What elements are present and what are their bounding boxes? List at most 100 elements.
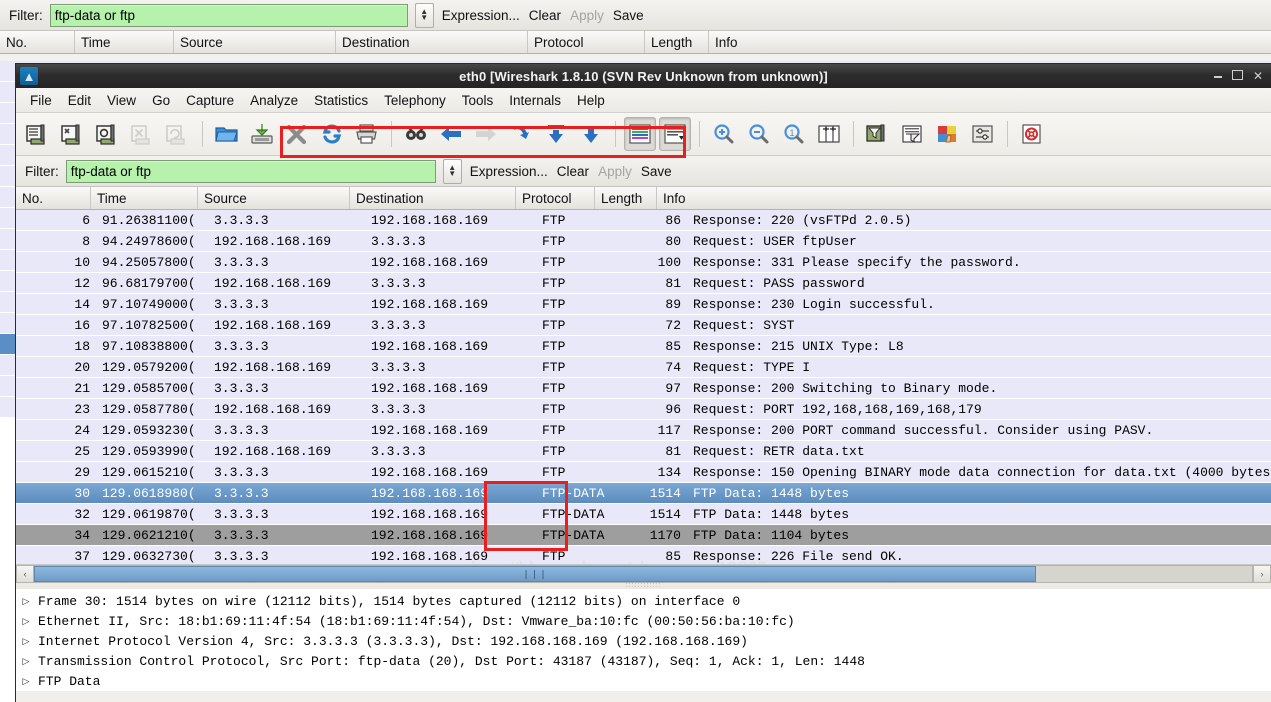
detail-tree-item[interactable]: ▷ Internet Protocol Version 4, Src: 3.3.3… [16, 631, 1271, 651]
menu-view[interactable]: View [99, 91, 144, 110]
zoom-normal-icon[interactable]: 1 [778, 117, 810, 151]
find-packet-icon[interactable] [400, 117, 432, 151]
window-titlebar[interactable]: ▲ eth0 [Wireshark 1.8.10 (SVN Rev Unknow… [16, 64, 1271, 88]
go-to-last-packet-icon[interactable] [575, 117, 607, 151]
capture-options-icon[interactable] [57, 117, 89, 151]
table-row[interactable]: 29 129.0615210(3.3.3.3 192.168.168.169 FTP 1… [16, 462, 1271, 483]
hscroll-track[interactable]: ❘❘❘ [34, 565, 1253, 583]
table-row[interactable]: 6 91.26381100(3.3.3.3 192.168.168.169 FTP 86… [16, 210, 1271, 231]
menu-analyze[interactable]: Analyze [242, 91, 306, 110]
go-to-packet-icon[interactable] [505, 117, 537, 151]
display-filters-icon[interactable] [897, 117, 929, 151]
outer-col-length[interactable]: Length [645, 31, 709, 53]
table-row[interactable]: 14 97.10749000(3.3.3.3 192.168.168.169 FTP 8… [16, 294, 1271, 315]
splitter-grip-dots: :::::::::::: [625, 582, 662, 589]
coloring-rules-icon[interactable] [932, 117, 964, 151]
detail-tree-item[interactable]: ▷ Transmission Control Protocol, Src Port… [16, 651, 1271, 671]
menu-help[interactable]: Help [569, 91, 613, 110]
print-icon[interactable] [351, 117, 383, 151]
expand-triangle-icon[interactable]: ▷ [16, 656, 36, 667]
resize-columns-icon[interactable] [813, 117, 845, 151]
capture-filters-icon[interactable] [862, 117, 894, 151]
zoom-out-icon[interactable] [743, 117, 775, 151]
start-capture-icon[interactable] [92, 117, 124, 151]
menu-internals[interactable]: Internals [501, 91, 569, 110]
menu-telephony[interactable]: Telephony [376, 91, 454, 110]
menu-statistics[interactable]: Statistics [306, 91, 376, 110]
col-header-time[interactable]: Time [91, 187, 198, 209]
outer-filter-input[interactable]: ftp-data or ftp [49, 3, 408, 27]
go-back-icon[interactable] [435, 117, 467, 151]
zoom-in-icon[interactable] [708, 117, 740, 151]
close-button[interactable]: ✕ [1253, 70, 1263, 82]
menu-file[interactable]: File [22, 91, 60, 110]
clear-filter-button[interactable]: Clear [556, 164, 590, 179]
help-contents-icon[interactable] [1016, 117, 1048, 151]
table-row[interactable]: 18 97.10838800(3.3.3.3 192.168.168.169 FTP 8… [16, 336, 1271, 357]
packet-detail-pane[interactable]: ▷ Frame 30: 1514 bytes on wire (12112 bit… [16, 126, 1271, 691]
outer-col-protocol[interactable]: Protocol [528, 31, 645, 53]
menu-capture[interactable]: Capture [178, 91, 242, 110]
col-header-destination[interactable]: Destination [350, 187, 516, 209]
table-row[interactable]: 8 94.24978600(192.168.168.169 3.3.3.3 FTP 80… [16, 231, 1271, 252]
outer-col-time[interactable]: Time [75, 31, 174, 53]
packet-list[interactable]: 6 91.26381100(3.3.3.3 192.168.168.169 FTP 86… [16, 210, 1271, 564]
expand-triangle-icon[interactable]: ▷ [16, 636, 36, 647]
table-row[interactable]: 30 129.0618980(3.3.3.3 192.168.168.169 FTP-… [16, 483, 1271, 504]
expression-button[interactable]: Expression... [469, 164, 549, 179]
outer-save-button[interactable]: Save [612, 8, 645, 23]
expand-triangle-icon[interactable]: ▷ [16, 616, 36, 627]
outer-apply-button[interactable]: Apply [569, 8, 605, 23]
outer-col-destination[interactable]: Destination [336, 31, 528, 53]
preferences-icon[interactable] [967, 117, 999, 151]
table-row[interactable]: 24 129.0593230(3.3.3.3 192.168.168.169 FTP 1… [16, 420, 1271, 441]
table-row[interactable]: 21 129.0585700(3.3.3.3 192.168.168.169 FTP 9… [16, 378, 1271, 399]
maximize-button[interactable] [1231, 70, 1243, 82]
col-header-no[interactable]: No. [16, 187, 91, 209]
col-header-length[interactable]: Length [595, 187, 657, 209]
menu-go[interactable]: Go [144, 91, 178, 110]
colorize-packet-list-icon[interactable] [624, 117, 656, 151]
apply-filter-button[interactable]: Apply [597, 164, 633, 179]
packet-list-hscrollbar[interactable]: ‹ ❘❘❘ › [16, 564, 1271, 583]
go-to-first-packet-icon[interactable] [540, 117, 572, 151]
save-file-icon[interactable] [246, 117, 278, 151]
save-filter-button[interactable]: Save [640, 164, 673, 179]
table-row[interactable]: 34 129.0621210(3.3.3.3 192.168.168.169 FTP-… [16, 525, 1271, 546]
detail-tree-item[interactable]: ▷ Frame 30: 1514 bytes on wire (12112 bit… [16, 591, 1271, 611]
outer-expression-button[interactable]: Expression... [441, 8, 521, 23]
outer-col-info[interactable]: Info [709, 31, 1271, 53]
table-row[interactable]: 10 94.25057800(3.3.3.3 192.168.168.169 FTP 1… [16, 252, 1271, 273]
table-row[interactable]: 23 129.0587780(192.168.168.169 3.3.3.3 FTP 9… [16, 399, 1271, 420]
table-row[interactable]: 20 129.0579200(192.168.168.169 3.3.3.3 FTP 7… [16, 357, 1271, 378]
menu-edit[interactable]: Edit [60, 91, 99, 110]
expand-triangle-icon[interactable]: ▷ [16, 676, 36, 687]
reload-icon[interactable] [316, 117, 348, 151]
table-row[interactable]: 32 129.0619870(3.3.3.3 192.168.168.169 FTP-… [16, 504, 1271, 525]
filter-bookmark-dropdown[interactable]: ▲ ▼ [442, 158, 462, 184]
close-file-icon[interactable] [281, 117, 313, 151]
minimize-button[interactable] [1213, 70, 1222, 82]
detail-tree-item[interactable]: ▷ Ethernet II, Src: 18:b1:69:11:4f:54 (18… [16, 611, 1271, 631]
menu-tools[interactable]: Tools [454, 91, 502, 110]
outer-col-source[interactable]: Source [174, 31, 336, 53]
outer-filter-bookmark-dropdown[interactable]: ▲ ▼ [414, 2, 434, 28]
display-filter-input[interactable]: ftp-data or ftp [65, 159, 436, 183]
open-file-icon[interactable] [211, 117, 243, 151]
table-row[interactable]: 25 129.0593990(192.168.168.169 3.3.3.3 FTP 8… [16, 441, 1271, 462]
auto-scroll-live-capture-icon[interactable] [659, 117, 691, 151]
table-row[interactable]: 37 129.0632730(3.3.3.3 192.168.168.169 FTP 8… [16, 546, 1271, 564]
col-header-info[interactable]: Info [657, 187, 1271, 209]
interfaces-icon[interactable] [22, 117, 54, 151]
table-row[interactable]: 12 96.68179700(192.168.168.169 3.3.3.3 FTP 8… [16, 273, 1271, 294]
table-row[interactable]: 16 97.10782500(192.168.168.169 3.3.3.3 FTP 7… [16, 315, 1271, 336]
hscroll-left-arrow-icon[interactable]: ‹ [16, 565, 34, 583]
outer-col-no[interactable]: No. [0, 31, 75, 53]
outer-clear-button[interactable]: Clear [528, 8, 562, 23]
hscroll-thumb[interactable]: ❘❘❘ [34, 566, 1036, 582]
detail-tree-item[interactable]: ▷ FTP Data [16, 671, 1271, 691]
col-header-source[interactable]: Source [198, 187, 350, 209]
col-header-protocol[interactable]: Protocol [516, 187, 595, 209]
hscroll-right-arrow-icon[interactable]: › [1253, 565, 1271, 583]
expand-triangle-icon[interactable]: ▷ [16, 596, 36, 607]
